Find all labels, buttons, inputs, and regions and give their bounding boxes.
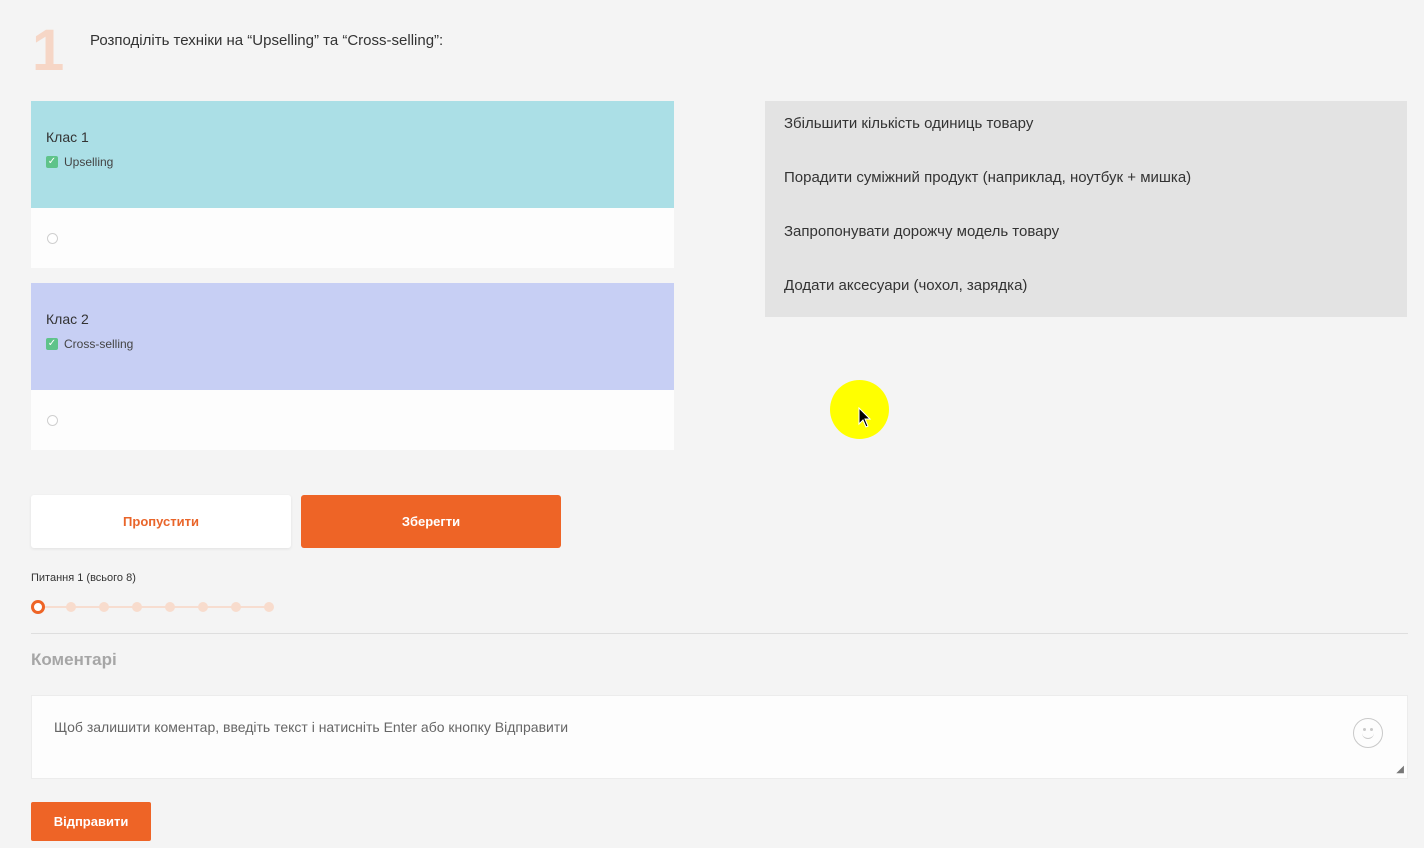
progress-dot[interactable] [231,602,241,612]
class-block-1: Клас 1 ✓ Upselling [31,101,674,268]
emoji-smiley-icon[interactable] [1353,718,1383,748]
comments-title: Коментарі [31,650,117,669]
class-header: Клас 2 ✓ Cross-selling [31,283,674,390]
draggable-option[interactable]: Додати аксесуари (чохол, зарядка) [784,277,1388,331]
mouse-pointer-icon [858,407,872,428]
class-tag-label: Upselling [64,155,114,169]
class-tag-label: Cross-selling [64,337,134,351]
radio-circle-icon [47,233,58,244]
progress-dot[interactable] [198,602,208,612]
progress-dot[interactable] [165,602,175,612]
progress-dot[interactable] [264,602,274,612]
class-block-2: Клас 2 ✓ Cross-selling [31,283,674,450]
class-header: Клас 1 ✓ Upselling [31,101,674,208]
class-title: Клас 1 [46,129,89,145]
draggable-option[interactable]: Збільшити кількість одиниць товару [784,115,1388,169]
class-tag: ✓ Cross-selling [46,337,659,351]
checkbox-checked-icon: ✓ [46,338,58,350]
draggable-option[interactable]: Порадити суміжний продукт (наприклад, но… [784,169,1388,223]
progress-dot[interactable] [132,602,142,612]
skip-button[interactable]: Пропустити [31,495,291,548]
checkbox-checked-icon: ✓ [46,156,58,168]
class-title: Клас 2 [46,311,89,327]
comment-placeholder: Щоб залишити коментар, введіть текст і н… [54,719,569,735]
question-number: 1 [32,18,65,83]
send-comment-button[interactable]: Відправити [31,802,151,841]
progress-dot[interactable] [31,600,45,614]
class-tag: ✓ Upselling [46,155,659,169]
divider [31,633,1408,634]
draggable-option[interactable]: Запропонувати дорожчу модель товару [784,223,1388,277]
radio-circle-icon [47,415,58,426]
options-pool: Збільшити кількість одиниць товару Порад… [765,101,1407,317]
progress-dot[interactable] [66,602,76,612]
progress-label: Питання 1 (всього 8) [31,572,136,584]
drop-zone-class-1[interactable] [31,208,674,268]
save-button[interactable]: Зберегти [301,495,561,548]
question-progress [31,600,281,614]
question-text: Розподіліть техніки на “Upselling” та “C… [90,32,444,49]
progress-dot[interactable] [99,602,109,612]
resize-handle-icon[interactable]: ◢ [1396,765,1404,775]
comment-input[interactable]: Щоб залишити коментар, введіть текст і н… [31,695,1408,779]
drop-zone-class-2[interactable] [31,390,674,450]
